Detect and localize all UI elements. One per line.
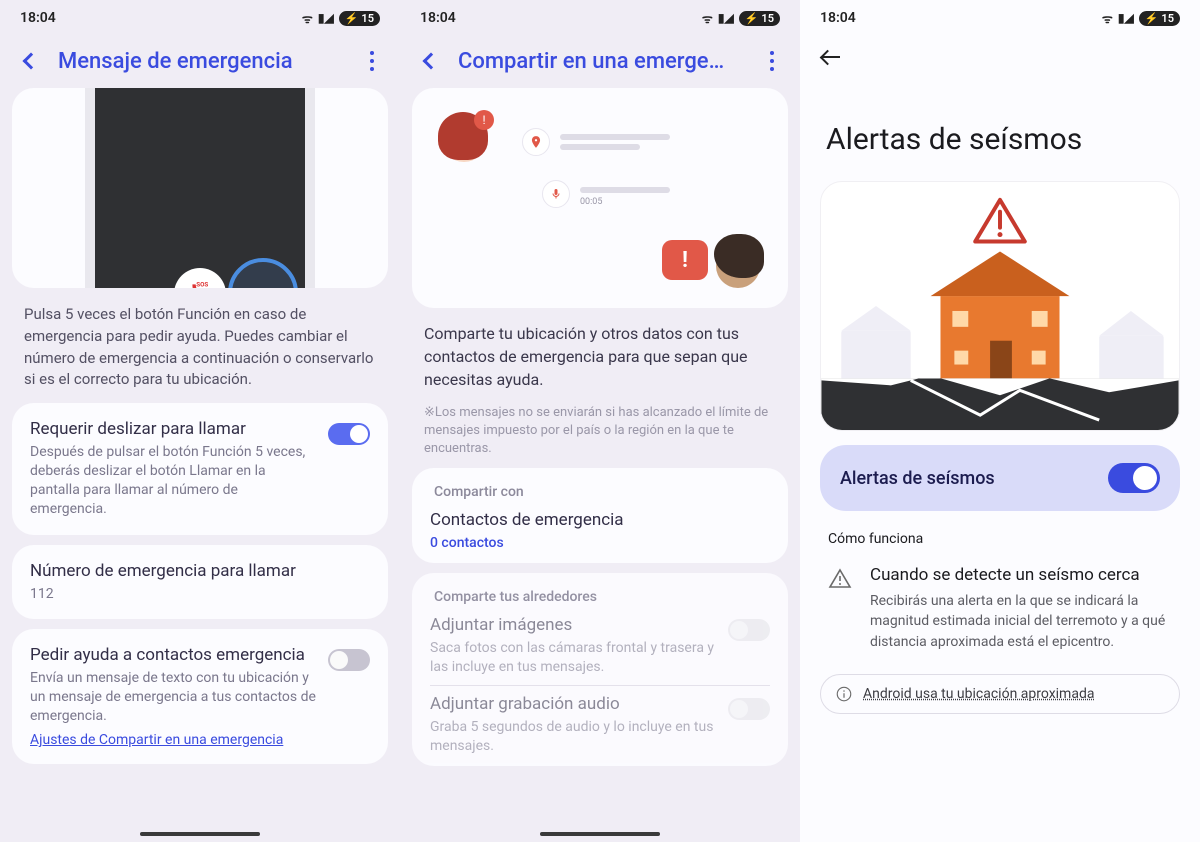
overflow-menu-button[interactable] xyxy=(762,48,782,74)
alert-bubble-icon: ! xyxy=(662,240,708,280)
battery-pill: ⚡15 xyxy=(1139,11,1180,26)
setting-title: Adjuntar grabación audio xyxy=(430,694,716,714)
page-title: Alertas de seísmos xyxy=(800,84,1200,165)
svg-text:SOS: SOS xyxy=(196,281,208,289)
earthquake-illustration xyxy=(820,181,1180,431)
setting-subtitle: Saca fotos con las cámaras frontal y tra… xyxy=(430,639,716,677)
setting-subtitle: Graba 5 segundos de audio y lo incluye e… xyxy=(430,718,716,756)
alert-badge-icon: ! xyxy=(474,110,494,130)
info-icon xyxy=(835,685,853,703)
page-description: Pulsa 5 veces el botón Función en caso d… xyxy=(0,298,400,403)
attach-audio-setting: Adjuntar grabación audio Graba 5 segundo… xyxy=(430,694,770,756)
sos-illustration: SOS xyxy=(12,88,388,288)
header: Compartir en una emerge… xyxy=(400,30,800,88)
wifi-icon: ᯤ xyxy=(702,10,713,27)
screen-share-emergency: 18:04 ᯤ ▮◢ ⚡15 Compartir en una emerge… … xyxy=(400,0,800,842)
setting-title: Adjuntar imágenes xyxy=(430,615,716,635)
status-icons: ᯤ ▮◢ ⚡15 xyxy=(702,10,780,27)
wifi-icon: ᯤ xyxy=(1102,10,1113,27)
status-time: 18:04 xyxy=(20,10,56,26)
page-description: Comparte tu ubicación y otros datos con … xyxy=(400,316,800,404)
setting-subtitle: Envía un mensaje de texto con tu ubicaci… xyxy=(30,669,316,726)
require-slide-toggle[interactable] xyxy=(328,423,370,445)
back-button[interactable] xyxy=(18,48,44,74)
screen-earthquake-alerts: 18:04 ᯤ ▮◢ ⚡15 Alertas de seísmos xyxy=(800,0,1200,842)
page-title: Compartir en una emerge… xyxy=(458,49,748,74)
info-detection-nearby: Cuando se detecte un seísmo cerca Recibi… xyxy=(800,561,1200,656)
audio-duration: 00:05 xyxy=(580,197,620,202)
location-chip[interactable]: Android usa tu ubicación aproximada xyxy=(820,674,1180,714)
status-icons: ᯤ ▮◢ ⚡15 xyxy=(302,10,380,27)
status-icons: ᯤ ▮◢ ⚡15 xyxy=(1102,10,1180,27)
ask-contacts-toggle[interactable] xyxy=(328,649,370,671)
status-bar: 18:04 ᯤ ▮◢ ⚡15 xyxy=(0,0,400,30)
warning-icon xyxy=(828,565,852,652)
earthquake-alerts-toggle-card[interactable]: Alertas de seísmos xyxy=(820,445,1180,511)
attach-images-setting: Adjuntar imágenes Saca fotos con las cám… xyxy=(430,615,770,677)
message-limit-note: ※Los mensajes no se enviarán si has alca… xyxy=(400,404,800,469)
setting-title: Número de emergencia para llamar xyxy=(30,561,370,581)
status-time: 18:04 xyxy=(820,10,856,26)
battery-pill: ⚡15 xyxy=(339,11,380,26)
back-button[interactable] xyxy=(418,48,444,74)
screen-emergency-message: 18:04 ᯤ ▮◢ ⚡15 Mensaje de emergencia SOS… xyxy=(0,0,400,842)
section-label: Compartir con xyxy=(430,478,770,510)
chevron-left-icon xyxy=(423,53,440,70)
share-surroundings-section: Comparte tus alrededores Adjuntar imágen… xyxy=(412,573,788,766)
location-pin-icon xyxy=(522,128,550,156)
back-button[interactable] xyxy=(818,44,844,70)
chevron-left-icon xyxy=(23,53,40,70)
arrow-left-icon xyxy=(822,56,840,59)
status-bar: 18:04 ᯤ ▮◢ ⚡15 xyxy=(800,0,1200,30)
home-indicator[interactable] xyxy=(540,832,660,836)
mic-icon xyxy=(542,180,570,208)
sos-button-graphic: SOS xyxy=(174,268,226,288)
info-title: Cuando se detecte un seísmo cerca xyxy=(870,565,1172,585)
signal-icon: ▮◢ xyxy=(718,11,734,25)
setting-subtitle: 112 xyxy=(30,585,370,604)
chip-label: Android usa tu ubicación aproximada xyxy=(863,686,1094,702)
emergency-number-setting[interactable]: Número de emergencia para llamar 112 xyxy=(12,545,388,620)
ask-contacts-setting[interactable]: Pedir ayuda a contactos emergencia Envía… xyxy=(12,629,388,764)
attach-images-toggle xyxy=(728,619,770,641)
share-illustration: ! 00:05 ! xyxy=(412,88,788,308)
header: Mensaje de emergencia xyxy=(0,30,400,88)
signal-icon: ▮◢ xyxy=(1118,11,1134,25)
attach-audio-toggle xyxy=(728,698,770,720)
setting-subtitle: Después de pulsar el botón Función 5 vec… xyxy=(30,443,316,519)
slide-hint-graphic xyxy=(228,258,298,288)
share-emergency-settings-link[interactable]: Ajustes de Compartir en una emergencia xyxy=(30,732,283,748)
overflow-menu-button[interactable] xyxy=(362,48,382,74)
page-title: Mensaje de emergencia xyxy=(58,49,348,74)
setting-title: Pedir ayuda a contactos emergencia xyxy=(30,645,316,665)
emergency-contacts-item[interactable]: Contactos de emergencia 0 contactos xyxy=(430,510,770,553)
section-label: Comparte tus alrededores xyxy=(430,583,770,615)
status-time: 18:04 xyxy=(420,10,456,26)
info-description: Recibirás una alerta en la que se indica… xyxy=(870,591,1172,652)
how-it-works-label: Cómo funciona xyxy=(800,525,1200,561)
wifi-icon: ᯤ xyxy=(302,10,313,27)
divider xyxy=(430,685,770,686)
earthquake-alerts-toggle[interactable] xyxy=(1108,463,1160,493)
setting-title: Contactos de emergencia xyxy=(430,510,770,530)
setting-title: Requerir deslizar para llamar xyxy=(30,419,316,439)
battery-pill: ⚡15 xyxy=(739,11,780,26)
status-bar: 18:04 ᯤ ▮◢ ⚡15 xyxy=(400,0,800,30)
home-indicator[interactable] xyxy=(140,832,260,836)
signal-icon: ▮◢ xyxy=(318,11,334,25)
require-slide-setting[interactable]: Requerir deslizar para llamar Después de… xyxy=(12,403,388,535)
share-with-section: Compartir con Contactos de emergencia 0 … xyxy=(412,468,788,563)
toggle-label: Alertas de seísmos xyxy=(840,468,995,489)
contacts-count: 0 contactos xyxy=(430,534,770,553)
